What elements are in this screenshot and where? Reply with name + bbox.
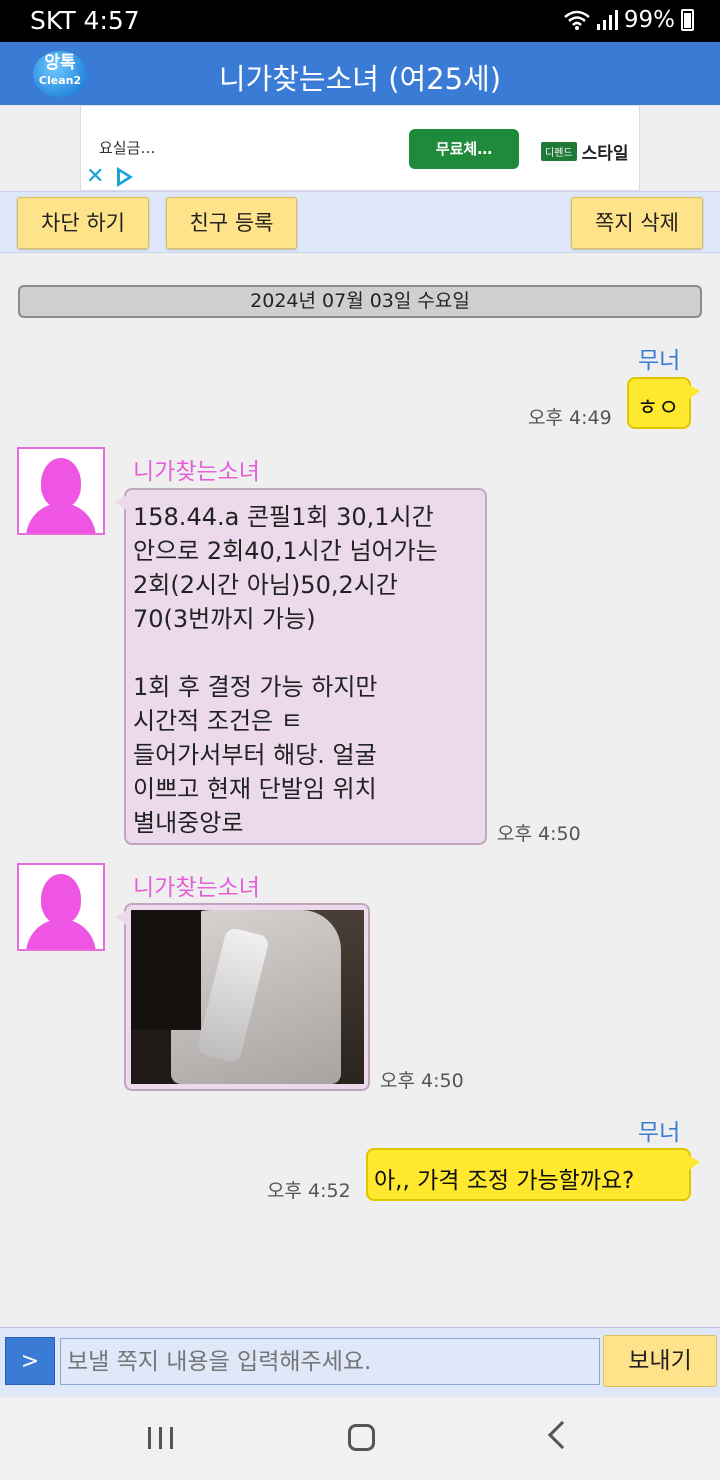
- message-time: 오후 4:52: [267, 1180, 351, 1202]
- message-line: 158.44.a 콘필1회 30,1시간: [133, 503, 434, 531]
- message-line: 시간적 조건은 ㅌ: [133, 707, 303, 735]
- date-divider: 2024년 07월 03일 수요일: [18, 285, 702, 318]
- message-line: 안으로 2회40,1시간 넘어가는: [133, 537, 438, 565]
- avatar[interactable]: [17, 863, 105, 951]
- sender-name-me: 무너: [638, 348, 681, 374]
- message-line: 2회(2시간 아님)50,2시간: [133, 571, 398, 599]
- message-line: 이쁘고 현재 단발임 위치: [133, 775, 377, 803]
- ad-cta-button[interactable]: 무료체…: [409, 129, 519, 169]
- battery-percent: 99%: [623, 7, 675, 33]
- sender-name-her: 니가찾는소녀: [133, 875, 260, 901]
- message-line: [133, 636, 485, 670]
- block-button[interactable]: 차단 하기: [17, 197, 149, 249]
- battery-icon: [681, 9, 694, 31]
- message-bubble-me[interactable]: ㅎㅇ: [627, 377, 700, 429]
- status-icons: 99%: [564, 7, 694, 33]
- message-input-bar: > 보내기: [0, 1327, 720, 1397]
- delete-messages-button[interactable]: 쪽지 삭제: [571, 197, 703, 249]
- app-header: 앙톡 Clean2 니가찾는소녀 (여25세): [0, 42, 720, 105]
- avatar[interactable]: [17, 447, 105, 535]
- message-line: 별내중앙로: [133, 809, 244, 837]
- message-time: 오후 4:50: [380, 1070, 464, 1092]
- message-bubble-me[interactable]: 아,, 가격 조정 가능할까요?: [366, 1148, 700, 1201]
- message-time: 오후 4:50: [497, 823, 581, 845]
- message-line: 70(3번까지 가능): [133, 605, 316, 633]
- signal-icon: [596, 10, 618, 30]
- status-bar: SKT 4:57 99%: [0, 0, 720, 42]
- ad-brand[interactable]: 디펜드 스타일: [541, 139, 629, 164]
- message-line: 들어가서부터 해당. 얼굴: [133, 741, 377, 769]
- add-friend-button[interactable]: 친구 등록: [166, 197, 297, 249]
- sender-name-her: 니가찾는소녀: [133, 459, 260, 485]
- message-line: 1회 후 결정 가능 하지만: [133, 673, 378, 701]
- carrier-time: SKT 4:57: [30, 6, 140, 35]
- ad-text[interactable]: 요실금…: [99, 137, 155, 158]
- wifi-icon: [564, 10, 590, 30]
- action-bar: 차단 하기 친구 등록 쪽지 삭제: [0, 191, 720, 253]
- sender-name-me: 무너: [638, 1120, 681, 1146]
- back-icon[interactable]: [547, 1420, 577, 1450]
- expand-toggle-button[interactable]: >: [5, 1337, 55, 1385]
- home-icon[interactable]: [348, 1424, 375, 1451]
- photo-attachment[interactable]: [131, 910, 364, 1084]
- message-input[interactable]: [60, 1338, 600, 1385]
- system-nav-bar: [0, 1397, 720, 1480]
- ad-brand-name: 스타일: [581, 144, 629, 164]
- ad-banner[interactable]: 요실금… 무료체… 디펜드 스타일 ✕: [80, 105, 640, 191]
- adchoices-icon[interactable]: [117, 167, 133, 187]
- message-time: 오후 4:49: [528, 407, 612, 429]
- ad-brand-box: 디펜드: [541, 142, 577, 161]
- message-bubble-her[interactable]: 158.44.a 콘필1회 30,1시간 안으로 2회40,1시간 넘어가는 2…: [115, 488, 487, 845]
- send-button[interactable]: 보내기: [603, 1335, 717, 1387]
- chat-title: 니가찾는소녀 (여25세): [218, 62, 502, 96]
- close-icon[interactable]: ✕: [86, 166, 104, 188]
- recent-apps-icon[interactable]: [148, 1427, 174, 1449]
